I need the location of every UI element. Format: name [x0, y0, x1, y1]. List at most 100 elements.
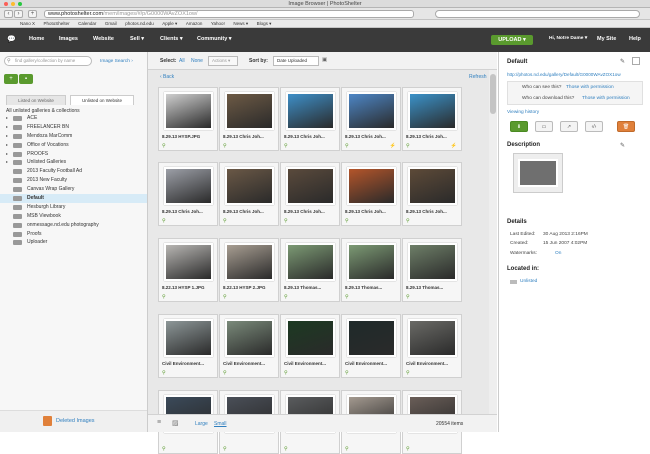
zoom-icon[interactable]: ⚲ — [223, 294, 227, 300]
cover-image[interactable] — [513, 153, 563, 193]
image-thumbnail[interactable]: 8.29.13 Thomas... ⚲ — [402, 238, 462, 302]
image-thumbnail[interactable]: 8.29.13 Chris Joh... ⚲ — [219, 87, 279, 151]
zoom-icon[interactable]: ⚲ — [162, 218, 166, 224]
zoom-icon[interactable]: ⚲ — [162, 143, 166, 149]
bookmark-item[interactable]: Amazon — [186, 20, 203, 28]
image-thumbnail[interactable]: 8.29.13 Chris Joh... ⚲ — [280, 162, 340, 226]
gallery-tree-item[interactable]: onmessage.nd.edu photography — [0, 221, 147, 230]
image-thumbnail[interactable]: 8.29.13 Chris Joh... ⚲ — [402, 162, 462, 226]
nav-sell[interactable]: Sell ▾ — [130, 36, 144, 42]
browser-search-input[interactable] — [435, 10, 640, 18]
chat-icon[interactable]: 💬 — [7, 35, 16, 43]
select-none-link[interactable]: None — [191, 58, 203, 64]
gallery-tree-item[interactable]: Uploader — [0, 238, 147, 247]
back-link[interactable]: ‹ Back — [160, 74, 174, 80]
gallery-url-link[interactable]: http://photos.nd.edu/gallery/Default/G00… — [507, 72, 621, 77]
image-thumbnail[interactable]: 8.22.13 HYSP 2.JPG ⚲ — [219, 238, 279, 302]
expand-arrow-icon[interactable]: ▸ — [6, 132, 8, 141]
zoom-icon[interactable]: ⚲ — [284, 370, 288, 376]
calendar-icon[interactable]: ▣ — [322, 57, 327, 63]
see-permission-link[interactable]: Those with permission — [566, 85, 614, 90]
bookmark-item[interactable]: Gmail — [105, 20, 117, 28]
share-button[interactable]: ↗ — [560, 121, 578, 132]
upload-button[interactable]: UPLOAD ▾ — [491, 35, 533, 45]
zoom-icon[interactable]: ⚲ — [223, 370, 227, 376]
bookmark-item[interactable]: Yahoo! — [211, 20, 225, 28]
nav-website[interactable]: Website — [93, 36, 114, 42]
zoom-icon[interactable]: ⚲ — [223, 218, 227, 224]
deleted-images-area[interactable]: Deleted Images — [0, 410, 147, 432]
new-gallery-button[interactable]: + — [4, 74, 18, 84]
image-search-link[interactable]: Image Search › — [100, 59, 133, 64]
gallery-tree-item[interactable]: ▸ PROOFS — [0, 150, 147, 159]
gallery-tree-item[interactable]: Proofs — [0, 230, 147, 239]
image-thumbnail[interactable]: 8.29.13 Thomas... ⚲ — [341, 238, 401, 302]
gallery-tree-item[interactable]: ▸ Office of Vocations — [0, 141, 147, 150]
located-unlisted-link[interactable]: Unlisted — [520, 279, 537, 284]
image-thumbnail[interactable]: Civil Environment... ⚲ — [341, 314, 401, 378]
zoom-icon[interactable]: ⚲ — [406, 218, 410, 224]
gallery-tree-item[interactable]: MSB Viewbook — [0, 212, 147, 221]
new-collection-button[interactable]: ▪ — [19, 74, 33, 84]
image-view-icon[interactable]: ▨ — [172, 419, 179, 427]
deleted-images-link[interactable]: Deleted Images — [56, 418, 95, 424]
zoom-icon[interactable]: ⚲ — [406, 446, 410, 452]
panel-collapse-icon[interactable] — [632, 57, 640, 65]
zoom-icon[interactable]: ⚲ — [223, 446, 227, 452]
refresh-link[interactable]: Refresh — [469, 74, 487, 80]
scroll-thumb[interactable] — [490, 74, 496, 114]
address-bar[interactable]: www.photoshelter.com/mem/images/#/p/G000… — [44, 10, 414, 18]
list-view-icon[interactable]: ≡ — [157, 419, 161, 426]
nav-images[interactable]: Images — [59, 36, 78, 42]
image-button[interactable]: ▭ — [535, 121, 553, 132]
gallery-tree-item[interactable]: Default — [0, 194, 147, 203]
bookmark-item[interactable]: Nano X — [20, 20, 35, 28]
large-size-link[interactable]: Large — [195, 421, 208, 427]
zoom-icon[interactable]: ⚲ — [284, 294, 288, 300]
image-thumbnail[interactable]: 8.29.13 Chris Joh... ⚲ — [280, 87, 340, 151]
expand-arrow-icon[interactable]: ▸ — [6, 114, 8, 123]
gallery-tree-item[interactable]: Canvas Wrap Gallery — [0, 185, 147, 194]
image-thumbnail[interactable]: 8.29.13 Chris Joh... ⚲ — [158, 162, 218, 226]
viewing-history-link[interactable]: Viewing history — [507, 110, 539, 115]
zoom-icon[interactable]: ⚲ — [345, 143, 349, 149]
zoom-icon[interactable]: ⚲ — [406, 370, 410, 376]
actions-dropdown[interactable]: Actions ▾ — [208, 56, 238, 66]
sort-select[interactable]: Date Uploaded — [273, 56, 319, 66]
zoom-icon[interactable]: ⚲ — [406, 143, 410, 149]
bookmark-item[interactable]: Calendar — [78, 20, 96, 28]
gallery-tree-item[interactable]: ▸ Mendoza MarComm — [0, 132, 147, 141]
image-thumbnail[interactable]: Civil Environment... ⚲ — [402, 314, 462, 378]
grid-scrollbar[interactable] — [489, 70, 497, 414]
delete-button[interactable]: 🗑 — [617, 121, 635, 132]
zoom-icon[interactable]: ⚲ — [345, 218, 349, 224]
image-thumbnail[interactable]: 8.29.13 Chris Joh... ⚲ ⚡ — [402, 87, 462, 151]
nav-help[interactable]: Help — [629, 36, 641, 42]
image-thumbnail[interactable]: Civil Environment... ⚲ — [219, 314, 279, 378]
gallery-tree-item[interactable]: ▸ Unlisted Galleries — [0, 158, 147, 167]
download-button[interactable]: ⬇ — [510, 121, 528, 132]
zoom-icon[interactable]: ⚲ — [223, 143, 227, 149]
image-thumbnail[interactable]: 8.29.13 Chris Joh... ⚲ ⚡ — [341, 87, 401, 151]
bookmark-item[interactable]: PhotoShelter — [44, 20, 70, 28]
zoom-icon[interactable]: ⚲ — [345, 446, 349, 452]
image-thumbnail[interactable]: 8.29.13 Thomas... ⚲ — [280, 238, 340, 302]
select-all-link[interactable]: All — [179, 58, 185, 64]
gallery-search-input[interactable]: find gallery/collection by name — [4, 56, 92, 66]
bookmark-item[interactable]: News ▾ — [233, 20, 248, 28]
watermarks-value[interactable]: On — [555, 251, 561, 256]
download-permission-link[interactable]: Those with permission — [582, 96, 630, 101]
zoom-icon[interactable]: ⚲ — [345, 370, 349, 376]
gallery-tree-item[interactable]: 2013 Faculty Football Ad — [0, 167, 147, 176]
expand-arrow-icon[interactable]: ▸ — [6, 141, 8, 150]
star-icon[interactable]: ⚡ — [390, 143, 396, 149]
image-thumbnail[interactable]: 8.29.13 Chris Joh... ⚲ — [219, 162, 279, 226]
zoom-icon[interactable]: ⚲ — [162, 446, 166, 452]
image-thumbnail[interactable]: Civil Environment... ⚲ — [158, 314, 218, 378]
back-nav-button[interactable]: ‹ — [4, 10, 13, 18]
zoom-icon[interactable]: ⚲ — [284, 218, 288, 224]
expand-arrow-icon[interactable]: ▸ — [6, 123, 8, 132]
gallery-tree-item[interactable]: 2013 New Faculty — [0, 176, 147, 185]
star-icon[interactable]: ⚡ — [451, 143, 457, 149]
bookmark-item[interactable]: Blogs ▾ — [257, 20, 272, 28]
